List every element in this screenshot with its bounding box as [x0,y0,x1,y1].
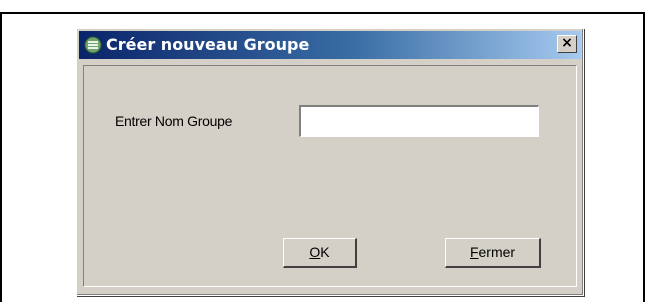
dialog-titlebar[interactable]: Créer nouveau Groupe × [79,31,581,59]
close-label: ermer [478,244,516,260]
ok-mnemonic: O [309,244,321,260]
ok-label: K [320,244,330,260]
close-button[interactable]: Fermer [445,238,541,268]
close-icon[interactable]: × [557,35,577,53]
ok-button[interactable]: OK [283,238,357,268]
dialog-title: Créer nouveau Groupe [106,35,310,54]
group-icon [84,36,102,54]
group-name-label: Entrer Nom Groupe [115,113,233,129]
close-mnemonic: F [469,244,479,260]
group-name-input[interactable] [299,105,539,137]
create-group-dialog: Créer nouveau Groupe × Entrer Nom Groupe… [76,28,584,296]
